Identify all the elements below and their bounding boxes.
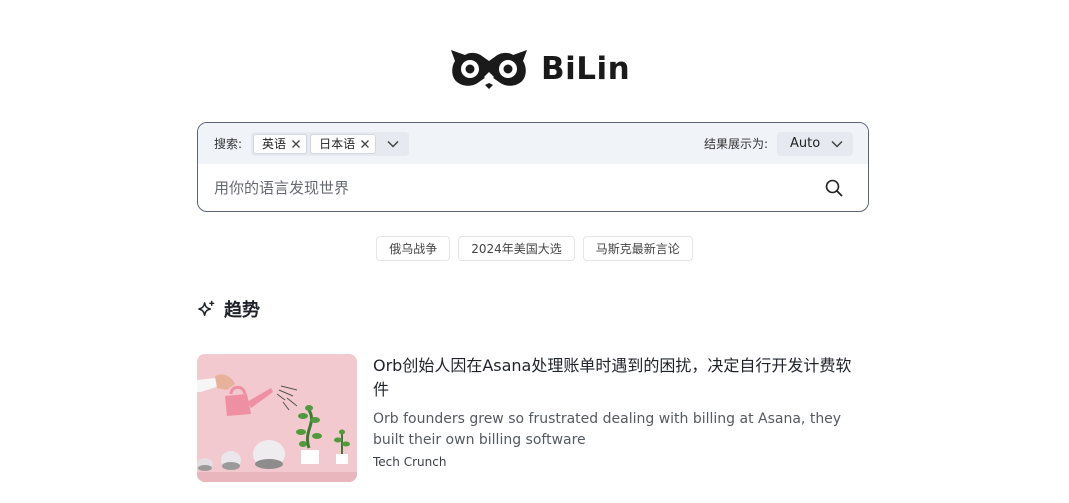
chevron-down-icon (831, 140, 843, 148)
watering-plant-illustration (197, 354, 357, 482)
sparkle-icon (198, 300, 215, 316)
article-source: Tech Crunch (373, 455, 447, 469)
result-display-label: 结果展示为: (703, 137, 768, 151)
article-content: Orb创始人因在Asana处理账单时遇到的困扰，决定自行开发计费软件 Orb f… (373, 354, 853, 482)
trending-title: 趋势 (224, 300, 260, 321)
article-card[interactable]: Orb创始人因在Asana处理账单时遇到的困扰，决定自行开发计费软件 Orb f… (197, 354, 869, 482)
trending-header: 趋势 (197, 296, 260, 322)
search-button[interactable] (824, 178, 844, 198)
suggestion-chip[interactable]: 2024年美国大选 (458, 236, 575, 261)
brand-name: BiLin (541, 51, 631, 87)
article-thumbnail[interactable] (197, 354, 357, 482)
language-chip-japanese[interactable]: 日本语 (310, 133, 377, 154)
suggestion-chip[interactable]: 马斯克最新言论 (582, 236, 693, 261)
article-title[interactable]: Orb创始人因在Asana处理账单时遇到的困扰，决定自行开发计费软件 (373, 354, 853, 402)
search-options-bar: 搜索: 英语 日本语 结果展示为: Auto (198, 123, 868, 164)
search-input-row (198, 164, 868, 211)
result-display-setting: 结果展示为: Auto (703, 131, 853, 156)
owl-logo-icon (451, 50, 527, 89)
search-language-label: 搜索: (214, 137, 243, 151)
brand-logo[interactable]: BiLin (449, 47, 630, 91)
close-icon[interactable] (360, 139, 370, 149)
language-chip-label: 英语 (262, 137, 287, 151)
search-input[interactable] (214, 179, 824, 197)
result-mode-value: Auto (790, 136, 821, 151)
suggestion-chip[interactable]: 俄乌战争 (376, 236, 451, 261)
language-selector[interactable]: 英语 日本语 (251, 131, 410, 156)
article-subtitle: Orb founders grew so frustrated dealing … (373, 411, 842, 448)
language-chip-label: 日本语 (319, 137, 356, 151)
result-mode-select[interactable]: Auto (777, 131, 853, 156)
page: BiLin 搜索: 英语 日本语 结果展示为: Auto 用你的语言发现世界 俄… (0, 0, 1069, 503)
language-dropdown-toggle[interactable] (379, 134, 407, 154)
search-panel: 搜索: 英语 日本语 结果展示为: Auto 用你的语言发现世界 (197, 122, 869, 212)
close-icon[interactable] (291, 139, 301, 149)
language-chip-english[interactable]: 英语 (253, 133, 308, 154)
search-icon (825, 179, 843, 197)
suggestion-list: 俄乌战争 2024年美国大选 马斯克最新言论 (0, 236, 1069, 261)
chevron-down-icon (387, 140, 399, 148)
